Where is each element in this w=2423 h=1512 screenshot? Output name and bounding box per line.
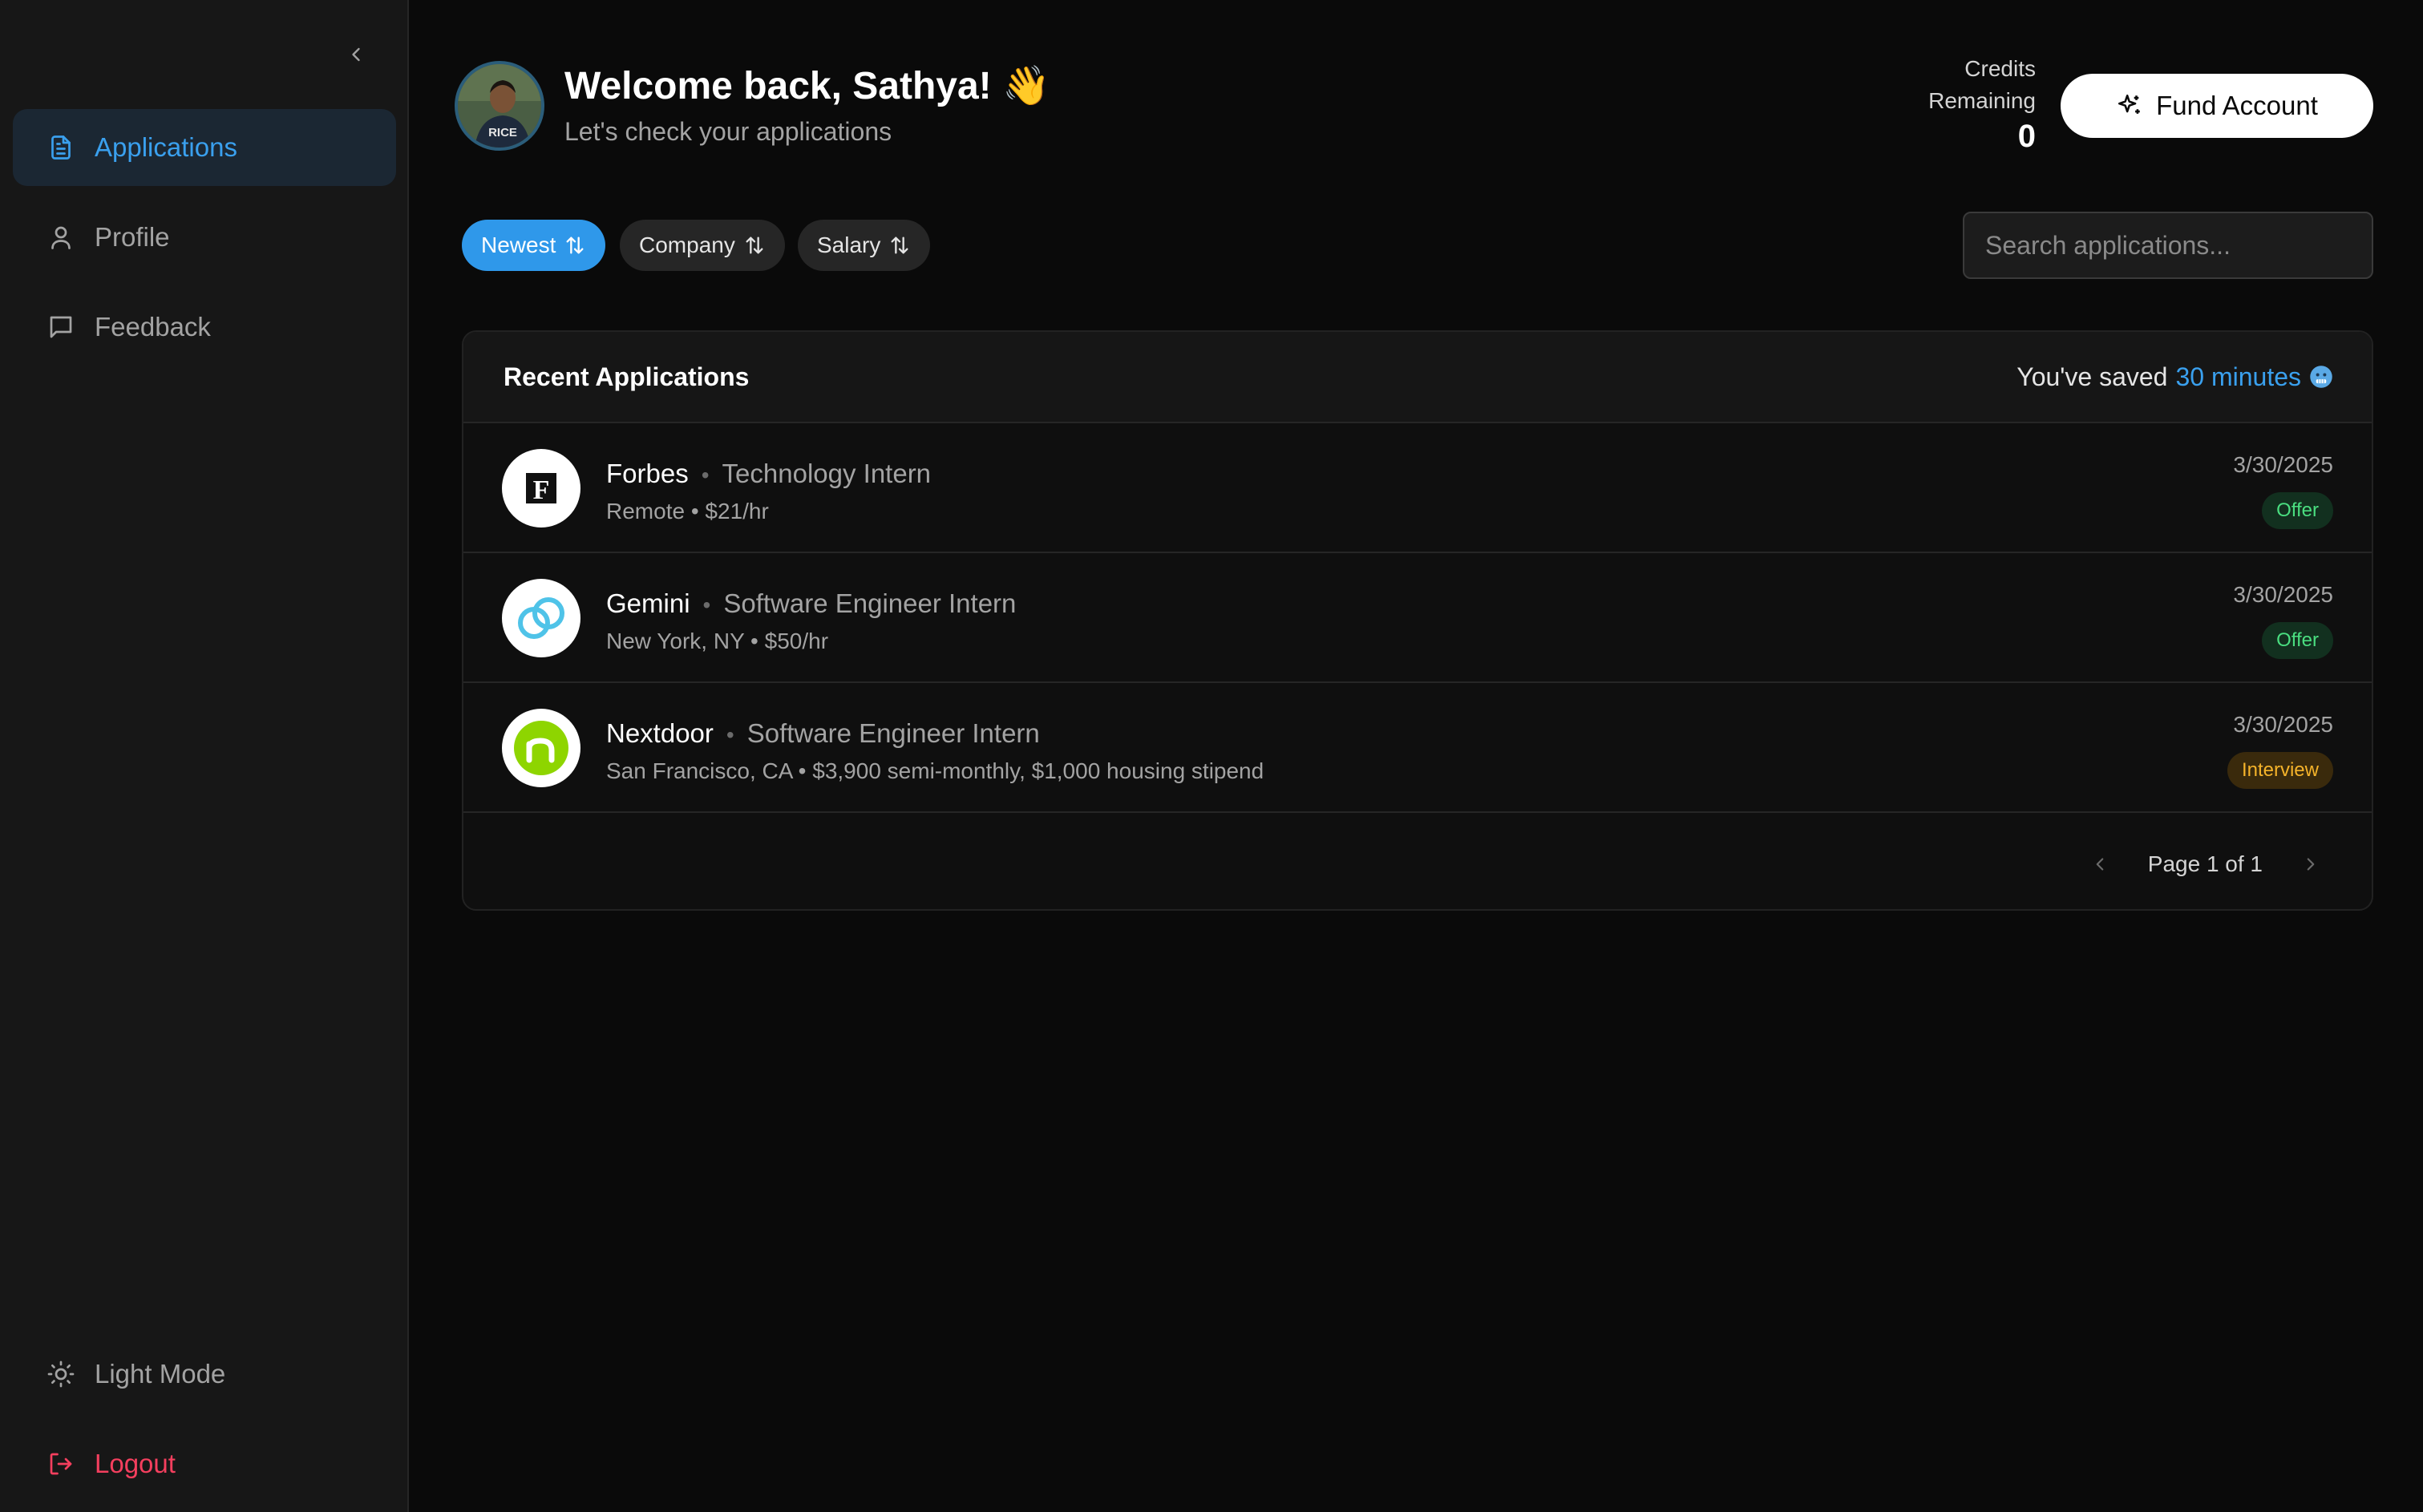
table-row[interactable]: F Forbes • Technology Intern Remote • $21/… xyxy=(463,423,2372,553)
nextdoor-logo xyxy=(502,709,580,787)
sort-salary-button[interactable]: Salary xyxy=(798,220,931,271)
sort-label: Company xyxy=(639,232,735,257)
sort-label: Salary xyxy=(817,232,881,257)
job-meta: San Francisco, CA • $3,900 semi-monthly,… xyxy=(606,758,1264,783)
job-meta: New York, NY • $50/hr xyxy=(606,629,829,653)
application-date: 3/30/2025 xyxy=(2233,452,2333,477)
page-indicator: Page 1 of 1 xyxy=(2147,851,2263,876)
time-saved-prefix: You've saved xyxy=(2016,362,2168,391)
logout-label: Logout xyxy=(95,1449,176,1478)
time-saved-value: 30 minutes xyxy=(2175,362,2301,391)
job-pay: $50/hr xyxy=(764,629,829,653)
sidebar-item-applications[interactable]: Applications xyxy=(13,109,396,186)
job-meta: Remote • $21/hr xyxy=(606,499,769,524)
company-line: Nextdoor • Software Engineer Intern xyxy=(606,718,1040,749)
sidebar: Applications Profile Feedback Light Mode xyxy=(0,0,409,1512)
sidebar-item-label: Feedback xyxy=(95,312,211,342)
job-pay: $3,900 semi-monthly, $1,000 housing stip… xyxy=(812,758,1264,783)
svg-text:RICE: RICE xyxy=(488,126,517,139)
light-mode-toggle[interactable]: Light Mode xyxy=(13,1336,396,1413)
logout-button[interactable]: Logout xyxy=(13,1425,396,1502)
job-location: Remote xyxy=(606,499,686,524)
job-location: San Francisco, CA xyxy=(606,758,792,783)
table-row[interactable]: Gemini • Software Engineer Intern New York… xyxy=(463,553,2372,683)
company-line: Gemini • Software Engineer Intern xyxy=(606,588,1016,619)
credits-label-line: Remaining xyxy=(1928,88,2036,113)
chevron-right-icon xyxy=(2307,858,2315,871)
user-icon xyxy=(45,221,77,253)
separator: • xyxy=(701,463,710,487)
light-mode-label: Light Mode xyxy=(95,1359,226,1389)
job-title: Software Engineer Intern xyxy=(723,588,1017,618)
application-date: 3/30/2025 xyxy=(2233,712,2333,737)
page-subtitle: Let's check your applications xyxy=(564,117,892,146)
sidebar-item-profile[interactable]: Profile xyxy=(13,199,396,276)
company-line: Forbes • Technology Intern xyxy=(606,459,931,489)
company-name: Forbes xyxy=(606,459,689,488)
status-badge: Interview xyxy=(2227,752,2333,789)
chevron-left-icon xyxy=(2096,858,2104,871)
status-badge: Offer xyxy=(2262,622,2333,659)
sidebar-item-label: Applications xyxy=(95,132,237,162)
avatar[interactable]: RICE xyxy=(455,61,544,151)
company-name: Nextdoor xyxy=(606,718,714,748)
page-title: Welcome back, Sathya! 👋 xyxy=(564,65,1050,107)
prev-page-button[interactable] xyxy=(2084,848,2116,880)
document-icon xyxy=(45,131,77,164)
credits-value: 0 xyxy=(2017,119,2036,154)
table-row[interactable]: Nextdoor • Software Engineer Intern San Fr… xyxy=(463,683,2372,813)
recent-applications-card: Recent Applications You've saved 30 minu… xyxy=(462,330,2373,911)
sort-arrows-icon xyxy=(564,234,586,257)
pagination: Page 1 of 1 xyxy=(2084,848,2327,880)
card-title: Recent Applications xyxy=(504,362,750,391)
logout-icon xyxy=(45,1448,77,1480)
sidebar-item-feedback[interactable]: Feedback xyxy=(13,289,396,366)
sidebar-item-label: Profile xyxy=(95,222,170,252)
application-date: 3/30/2025 xyxy=(2233,582,2333,607)
card-header: Recent Applications You've saved 30 minu… xyxy=(463,332,2372,423)
collapse-sidebar-button[interactable] xyxy=(340,38,372,71)
search-input[interactable] xyxy=(1963,212,2373,279)
job-title: Software Engineer Intern xyxy=(746,718,1040,748)
gemini-logo xyxy=(502,579,580,657)
sort-company-button[interactable]: Company xyxy=(620,220,785,271)
sort-arrows-icon xyxy=(888,234,911,257)
status-badge: Offer xyxy=(2262,492,2333,529)
sort-arrows-icon xyxy=(743,234,766,257)
svg-text:F: F xyxy=(533,475,550,505)
job-title: Technology Intern xyxy=(722,459,932,488)
app-root: Applications Profile Feedback Light Mode xyxy=(0,0,2423,1512)
forbes-logo: F xyxy=(502,449,580,528)
next-page-button[interactable] xyxy=(2295,848,2327,880)
separator: • xyxy=(726,722,734,747)
sort-label: Newest xyxy=(481,232,556,257)
job-pay: $21/hr xyxy=(705,499,769,524)
credits-label: Credits Remaining xyxy=(1928,53,2036,117)
sort-newest-button[interactable]: Newest xyxy=(462,220,606,271)
fund-account-label: Fund Account xyxy=(2156,91,2318,120)
company-name: Gemini xyxy=(606,588,690,618)
fund-account-button[interactable]: Fund Account xyxy=(2061,74,2373,138)
job-location: New York, NY xyxy=(606,629,745,653)
separator: • xyxy=(702,592,711,617)
time-saved: You've saved 30 minutes xyxy=(2016,362,2333,392)
cold-face-icon xyxy=(2309,365,2333,389)
credits-label-line: Credits xyxy=(1964,56,2036,81)
message-icon xyxy=(45,311,77,343)
sparkles-icon xyxy=(2116,91,2145,120)
sun-icon xyxy=(45,1358,77,1390)
chevron-left-icon xyxy=(352,47,360,62)
